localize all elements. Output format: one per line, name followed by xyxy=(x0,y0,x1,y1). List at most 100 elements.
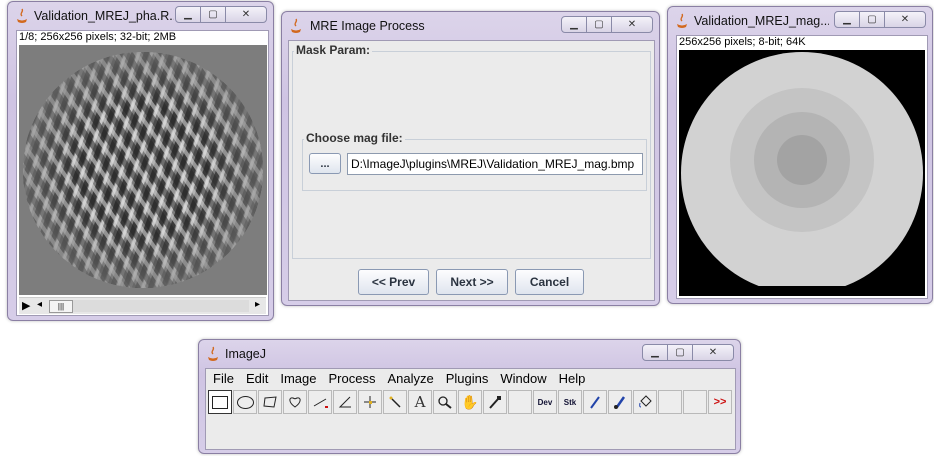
more-tools-button[interactable]: >> xyxy=(708,390,732,414)
rectangle-icon xyxy=(212,395,228,409)
prev-button-label: << Prev xyxy=(371,275,416,289)
close-icon: ✕ xyxy=(241,9,251,20)
horizontal-scrollbar[interactable]: ▶ ◂ ||| ▸ xyxy=(19,297,266,314)
menu-plugins[interactable]: Plugins xyxy=(446,371,489,386)
mre-window-titlebar[interactable]: MRE Image Process ▁ ▢ ✕ xyxy=(282,12,659,40)
browse-button[interactable]: ... xyxy=(309,153,341,174)
mag-window-client: 256x256 pixels; 8-bit; 64K xyxy=(676,35,928,299)
maximize-button[interactable]: ▢ xyxy=(667,344,693,361)
java-icon xyxy=(208,346,218,361)
paint-bucket-icon xyxy=(639,395,652,408)
freehand-tool[interactable] xyxy=(283,390,307,414)
magnitude-image-window[interactable]: Validation_MREJ_mag.... ▁ ▢ ✕ 256x256 pi… xyxy=(667,6,933,304)
minimize-icon: ▁ xyxy=(651,347,659,358)
mag-window-titlebar[interactable]: Validation_MREJ_mag.... ▁ ▢ ✕ xyxy=(668,7,932,35)
maximize-button[interactable]: ▢ xyxy=(859,11,885,28)
java-icon xyxy=(17,8,27,23)
brush-tool[interactable] xyxy=(608,390,632,414)
next-button[interactable]: Next >> xyxy=(436,269,508,295)
wand-tool[interactable] xyxy=(383,390,407,414)
minimize-button[interactable]: ▁ xyxy=(834,11,860,28)
polygon-icon xyxy=(263,396,277,408)
minimize-button[interactable]: ▁ xyxy=(561,16,587,33)
magnitude-image-canvas[interactable] xyxy=(679,50,925,296)
minimize-icon: ▁ xyxy=(843,14,851,25)
scroll-thumb[interactable]: ||| xyxy=(49,300,73,313)
maximize-button[interactable]: ▢ xyxy=(586,16,612,33)
prev-button[interactable]: << Prev xyxy=(358,269,429,295)
scroll-track[interactable] xyxy=(73,300,249,312)
point-tool[interactable] xyxy=(358,390,382,414)
dropper-tool[interactable] xyxy=(483,390,507,414)
mre-window-title: MRE Image Process xyxy=(310,19,425,33)
phase-image-window[interactable]: Validation_MREJ_pha.R... ▁ ▢ ✕ 1/8; 256x… xyxy=(7,1,274,321)
text-tool[interactable]: A xyxy=(408,390,432,414)
mre-image-process-window[interactable]: MRE Image Process ▁ ▢ ✕ Mask Param: Choo… xyxy=(281,11,660,306)
phase-image-canvas[interactable] xyxy=(19,45,267,295)
close-icon: ✕ xyxy=(708,347,718,358)
scroll-left-icon[interactable]: ◂ xyxy=(37,299,42,310)
scroll-right-icon[interactable]: ▸ xyxy=(255,299,260,310)
menu-window[interactable]: Window xyxy=(500,371,546,386)
close-icon: ✕ xyxy=(900,14,910,25)
developer-menu-tool[interactable]: Dev xyxy=(533,390,557,414)
imagej-main-window[interactable]: ImageJ ▁ ▢ ✕ File Edit Image Process Ana… xyxy=(198,339,741,454)
pencil-tool[interactable] xyxy=(583,390,607,414)
empty-tool-slot xyxy=(508,390,532,414)
phase-window-title: Validation_MREJ_pha.R... xyxy=(34,9,174,23)
choose-mag-file-label: Choose mag file: xyxy=(304,131,405,145)
angle-icon xyxy=(338,396,351,408)
menu-image[interactable]: Image xyxy=(280,371,316,386)
menu-analyze[interactable]: Analyze xyxy=(387,371,433,386)
menu-bar: File Edit Image Process Analyze Plugins … xyxy=(213,371,597,386)
close-button[interactable]: ✕ xyxy=(611,16,653,33)
minimize-icon: ▁ xyxy=(570,19,578,30)
menu-process[interactable]: Process xyxy=(329,371,376,386)
hand-icon: ✋ xyxy=(461,393,479,410)
more-tools-icon: >> xyxy=(713,396,727,408)
mask-param-label: Mask Param: xyxy=(294,43,373,57)
close-icon: ✕ xyxy=(627,19,637,30)
close-button[interactable]: ✕ xyxy=(692,344,734,361)
pencil-icon xyxy=(590,396,600,409)
menu-edit[interactable]: Edit xyxy=(246,371,268,386)
menu-file[interactable]: File xyxy=(213,371,234,386)
minimize-button[interactable]: ▁ xyxy=(175,6,201,23)
hand-tool[interactable]: ✋ xyxy=(458,390,482,414)
mag-window-title: Validation_MREJ_mag.... xyxy=(694,14,829,28)
rectangle-tool[interactable] xyxy=(208,390,232,414)
close-button[interactable]: ✕ xyxy=(225,6,267,23)
line-icon xyxy=(313,398,328,408)
menu-help[interactable]: Help xyxy=(559,371,586,386)
wand-icon xyxy=(389,396,401,408)
phase-window-client: 1/8; 256x256 pixels; 32-bit; 2MB ▶ ◂ |||… xyxy=(16,30,269,316)
java-icon xyxy=(677,13,687,28)
maximize-button[interactable]: ▢ xyxy=(200,6,226,23)
play-icon[interactable]: ▶ xyxy=(22,299,30,312)
next-button-label: Next >> xyxy=(450,275,494,289)
zoom-tool[interactable] xyxy=(433,390,457,414)
imagej-title: ImageJ xyxy=(225,347,266,361)
imagej-client: File Edit Image Process Analyze Plugins … xyxy=(205,368,736,450)
imagej-titlebar[interactable]: ImageJ ▁ ▢ ✕ xyxy=(199,340,740,368)
polygon-tool[interactable] xyxy=(258,390,282,414)
tool-bar: A ✋ Dev Stk >> xyxy=(208,390,733,414)
oval-tool[interactable] xyxy=(233,390,257,414)
eyedropper-icon xyxy=(489,396,501,409)
minimize-icon: ▁ xyxy=(184,9,192,20)
line-tool[interactable] xyxy=(308,390,332,414)
stack-tools-menu[interactable]: Stk xyxy=(558,390,582,414)
phase-window-titlebar[interactable]: Validation_MREJ_pha.R... ▁ ▢ ✕ xyxy=(8,2,273,30)
angle-tool[interactable] xyxy=(333,390,357,414)
empty-tool-slot xyxy=(658,390,682,414)
minimize-button[interactable]: ▁ xyxy=(642,344,668,361)
freehand-icon xyxy=(289,397,301,408)
maximize-icon: ▢ xyxy=(675,347,685,358)
cancel-button-label: Cancel xyxy=(529,275,570,289)
close-button[interactable]: ✕ xyxy=(884,11,926,28)
cancel-button[interactable]: Cancel xyxy=(515,269,584,295)
flood-fill-tool[interactable] xyxy=(633,390,657,414)
magnifier-icon xyxy=(438,396,452,409)
java-icon xyxy=(291,18,301,33)
mag-file-path-field[interactable]: D:\ImageJ\plugins\MREJ\Validation_MREJ_m… xyxy=(347,153,643,175)
